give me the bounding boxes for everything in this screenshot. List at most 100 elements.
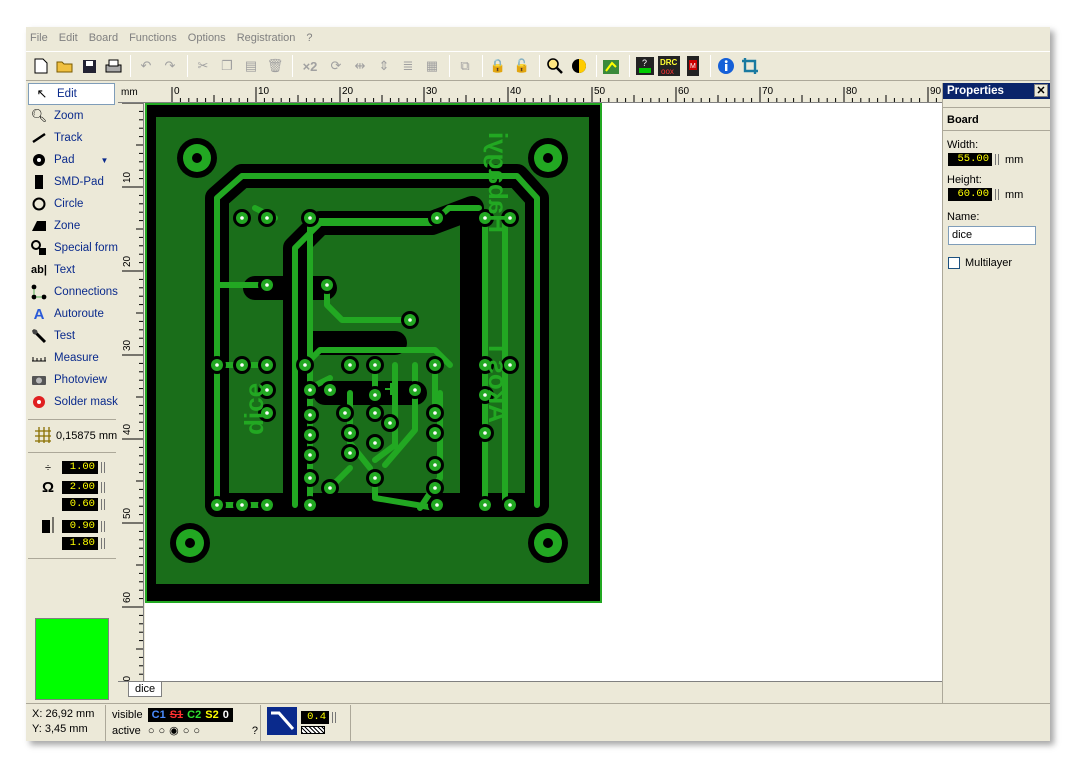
menu-board[interactable]: Board <box>89 32 118 44</box>
info-icon[interactable] <box>715 55 737 77</box>
pcb-canvas[interactable]: Habagyi Akos I dice <box>145 103 942 681</box>
pad-inner-value[interactable]: 0.60 <box>62 498 98 511</box>
board-width-field[interactable]: 55.00 <box>948 153 992 166</box>
tool-edit[interactable]: ↖ Edit <box>28 83 115 105</box>
board-text-top[interactable]: Habagyi <box>483 132 513 233</box>
mounting-hole <box>528 138 568 178</box>
layer-0[interactable]: 0 <box>221 709 231 722</box>
grid-value: 0,15875 mm <box>56 430 118 442</box>
unlock-icon[interactable]: 🔓 <box>511 55 533 77</box>
cut-icon[interactable]: ✂ <box>192 55 214 77</box>
align-icon[interactable]: ≣ <box>397 55 419 77</box>
board-height-spinner[interactable] <box>995 189 999 200</box>
menu-file[interactable]: File <box>30 32 48 44</box>
component-check-icon[interactable]: ? <box>634 55 656 77</box>
board-width-spinner[interactable] <box>995 154 999 165</box>
new-file-icon[interactable] <box>30 55 52 77</box>
pad-outer-spinner[interactable] <box>101 482 105 493</box>
multilayer-checkbox-row[interactable]: Multilayer <box>948 257 1050 270</box>
menu-options[interactable]: Options <box>188 32 226 44</box>
tool-measure[interactable]: Measure <box>26 347 118 369</box>
tool-text[interactable]: ab| Text <box>26 259 118 281</box>
tab-dice[interactable]: dice <box>128 682 163 697</box>
tool-zoom[interactable]: 🔍︎ Zoom <box>26 105 118 127</box>
active-layer-radios[interactable]: ○○◉○○ <box>148 725 204 737</box>
drc-icon[interactable]: DRC oox <box>658 55 680 77</box>
active-label: active <box>112 724 141 737</box>
board-height-field[interactable]: 60.00 <box>948 188 992 201</box>
menu-edit[interactable]: Edit <box>59 32 78 44</box>
rotate-icon[interactable]: ⟳ <box>325 55 347 77</box>
copy-icon[interactable]: ❐ <box>216 55 238 77</box>
layer-c2[interactable]: C2 <box>185 709 203 722</box>
redo-icon[interactable]: ↷ <box>159 55 181 77</box>
hatch-icon[interactable] <box>301 726 325 734</box>
board-text-right[interactable]: Akos I <box>483 345 513 423</box>
pad-inner-spinner[interactable] <box>101 499 105 510</box>
board-text-left[interactable]: dice <box>239 383 269 435</box>
track-width-value[interactable]: 1.00 <box>62 461 98 474</box>
smd-width-spinner[interactable] <box>101 521 105 532</box>
tool-zone[interactable]: Zone <box>26 215 118 237</box>
paste-icon[interactable]: ▤ <box>240 55 262 77</box>
tool-circle[interactable]: Circle <box>26 193 118 215</box>
board-name-input[interactable]: dice <box>948 226 1036 245</box>
tool-special-form[interactable]: Special form <box>26 237 118 259</box>
layer-icon[interactable]: ⧉ <box>454 55 476 77</box>
tool-solder-mask[interactable]: Solder mask <box>26 391 118 413</box>
autoroute-flag-icon[interactable] <box>601 55 623 77</box>
close-icon[interactable]: ✕ <box>1034 84 1048 97</box>
menu-help[interactable]: ? <box>306 32 312 44</box>
undo-icon[interactable]: ↶ <box>135 55 157 77</box>
smd-width-value[interactable]: 0.90 <box>62 520 98 533</box>
save-icon[interactable] <box>78 55 100 77</box>
layer-s1[interactable]: S1 <box>168 709 185 722</box>
mirror-vertical-icon[interactable]: ⇕ <box>373 55 395 77</box>
grid-setting[interactable]: 0,15875 mm <box>26 426 118 446</box>
multilayer-checkbox[interactable] <box>948 257 960 270</box>
toolbar-separator <box>482 55 483 77</box>
layer-c1[interactable]: C1 <box>150 709 168 722</box>
tool-test[interactable]: Test <box>26 325 118 347</box>
delete-icon[interactable]: 🗑 <box>264 55 286 77</box>
contrast-icon[interactable] <box>568 55 590 77</box>
tool-smd-pad[interactable]: SMD-Pad <box>26 171 118 193</box>
application-window: File Edit Board Functions Options Regist… <box>26 27 1050 741</box>
tool-connections[interactable]: Connections <box>26 281 118 303</box>
print-icon[interactable] <box>102 55 124 77</box>
active-layer-color-swatch[interactable] <box>35 618 109 700</box>
crop-icon[interactable] <box>739 55 761 77</box>
smd-height-spinner[interactable] <box>101 538 105 549</box>
menu-functions[interactable]: Functions <box>129 32 177 44</box>
tool-autoroute[interactable]: A Autoroute <box>26 303 118 325</box>
toolbar-separator <box>292 55 293 77</box>
pad-outer-value[interactable]: 2.00 <box>62 481 98 494</box>
tool-photoview[interactable]: Photoview <box>26 369 118 391</box>
ruler-left-label: 60 <box>122 591 133 603</box>
cursor-coordinates: X: 26,92 mm Y: 3,45 mm <box>26 704 106 741</box>
tool-track[interactable]: Track <box>26 127 118 149</box>
open-folder-icon[interactable] <box>54 55 76 77</box>
layer-s2[interactable]: S2 <box>203 709 220 722</box>
connections-icon <box>30 284 48 300</box>
pcb-board-drawing[interactable]: Habagyi Akos I dice <box>145 103 942 681</box>
coord-y: Y: 3,45 mm <box>32 722 88 735</box>
layer-help[interactable]: ? <box>252 723 258 739</box>
menu-registration[interactable]: Registration <box>237 32 296 44</box>
height-row: 60.00 mm <box>943 188 1050 201</box>
svg-text:DRC: DRC <box>660 58 678 67</box>
smd-height-value[interactable]: 1.80 <box>62 537 98 550</box>
duplicate-icon[interactable]: ×2 <box>297 55 323 77</box>
chevron-down-icon[interactable]: ▼ <box>100 156 108 165</box>
zoom-icon[interactable] <box>544 55 566 77</box>
macro-icon[interactable]: M <box>682 55 704 77</box>
tool-pad[interactable]: Pad ▼ <box>26 149 118 171</box>
track-width-status-spinner[interactable] <box>332 712 336 723</box>
track-mode-icon[interactable] <box>267 707 297 738</box>
track-width-spinner[interactable] <box>101 462 105 473</box>
lock-icon[interactable]: 🔒 <box>487 55 509 77</box>
track-width-status[interactable]: 0.4 <box>301 711 329 724</box>
mirror-horizontal-icon[interactable]: ⇹ <box>349 55 371 77</box>
group-icon[interactable]: ▦ <box>421 55 443 77</box>
layout-tab-strip: dice <box>118 681 942 699</box>
